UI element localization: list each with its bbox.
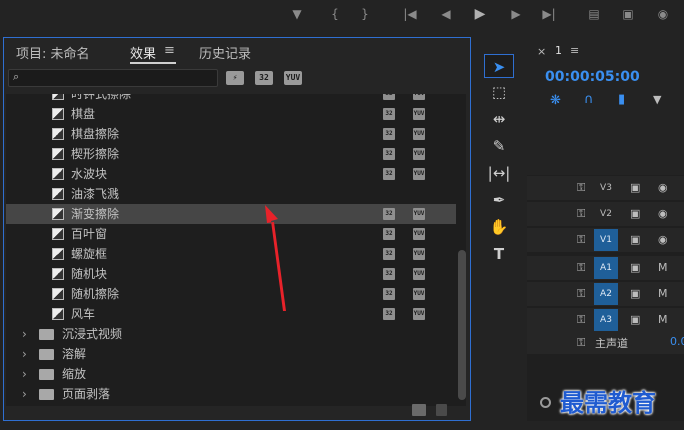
watermark-logo: 最需教育 xyxy=(560,388,656,417)
annotation-arrow xyxy=(265,205,286,311)
